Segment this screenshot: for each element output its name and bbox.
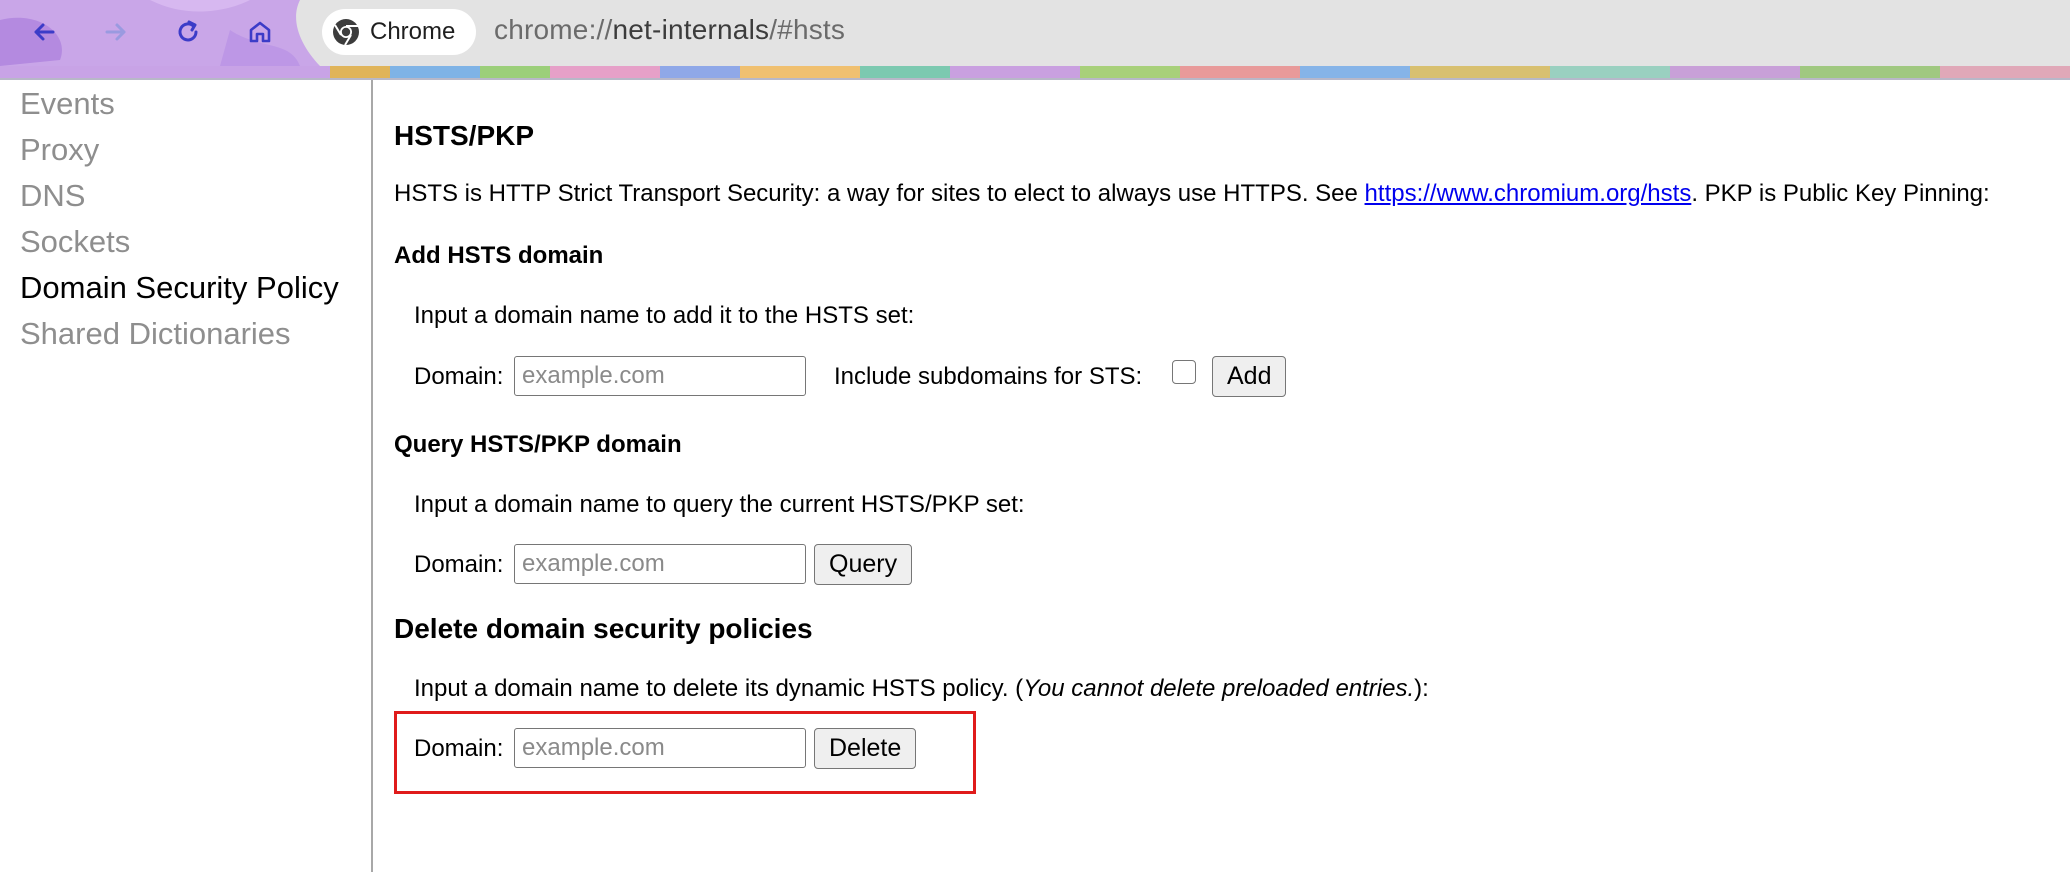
delete-policies-description: Input a domain name to delete its dynami… — [414, 675, 1429, 703]
back-arrow-icon — [34, 23, 55, 41]
sidebar-nav: Events Proxy DNS Sockets Domain Security… — [0, 80, 373, 872]
intro-text-start: HSTS is HTTP Strict Transport Security: … — [394, 180, 1365, 207]
address-bar[interactable]: chrome://net-internals/#hsts — [494, 14, 845, 46]
hsts-doc-link[interactable]: https://www.chromium.org/hsts — [1365, 180, 1692, 207]
sidebar-item-shared-dictionaries[interactable]: Shared Dictionaries — [20, 316, 291, 352]
delete-description-start: Input a domain name to delete its dynami… — [414, 675, 1024, 702]
home-icon — [249, 21, 271, 43]
reload-icon — [178, 20, 198, 42]
chrome-logo-icon — [333, 19, 359, 46]
forward-button[interactable] — [96, 12, 136, 52]
theme-artwork — [0, 0, 320, 66]
intro-text: HSTS is HTTP Strict Transport Security: … — [394, 180, 1990, 208]
sidebar-item-sockets[interactable]: Sockets — [20, 224, 130, 260]
query-domain-input[interactable] — [514, 544, 806, 584]
add-button[interactable]: Add — [1212, 356, 1287, 397]
delete-description-note: You cannot delete preloaded entries. — [1023, 675, 1415, 702]
add-domain-label: Domain: — [414, 363, 504, 390]
sidebar-item-proxy[interactable]: Proxy — [20, 132, 99, 168]
forward-arrow-icon — [105, 23, 126, 41]
query-hsts-heading: Query HSTS/PKP domain — [394, 431, 682, 458]
sidebar-item-events[interactable]: Events — [20, 86, 115, 122]
add-domain-input[interactable] — [514, 356, 806, 396]
sidebar-item-domain-security-policy[interactable]: Domain Security Policy — [20, 270, 339, 306]
sidebar-item-dns[interactable]: DNS — [20, 178, 85, 214]
query-hsts-description: Input a domain name to query the current… — [414, 491, 1025, 518]
delete-policies-heading: Delete domain security policies — [394, 613, 813, 644]
url-scheme: chrome:// — [494, 14, 613, 45]
highlight-box — [394, 711, 976, 794]
query-button[interactable]: Query — [814, 544, 913, 585]
chip-label: Chrome — [370, 18, 456, 45]
query-domain-label: Domain: — [414, 551, 504, 578]
page-title: HSTS/PKP — [394, 120, 535, 151]
include-subdomains-checkbox[interactable] — [1172, 360, 1196, 384]
back-button[interactable] — [24, 12, 64, 52]
url-path: /#hsts — [769, 14, 846, 45]
intro-text-end: . PKP is Public Key Pinning: — [1691, 180, 1990, 207]
include-subdomains-label: Include subdomains for STS: — [834, 363, 1143, 390]
site-info-chip[interactable]: Chrome — [322, 9, 476, 55]
browser-toolbar: Chrome chrome://net-internals/#hsts — [0, 0, 2070, 66]
url-host: net-internals — [612, 14, 770, 45]
theme-artwork-strip — [0, 66, 2070, 80]
add-hsts-heading: Add HSTS domain — [394, 242, 604, 269]
home-button[interactable] — [240, 12, 280, 52]
add-hsts-description: Input a domain name to add it to the HST… — [414, 302, 915, 329]
reload-button[interactable] — [168, 12, 208, 52]
delete-description-end: ): — [1414, 675, 1429, 702]
